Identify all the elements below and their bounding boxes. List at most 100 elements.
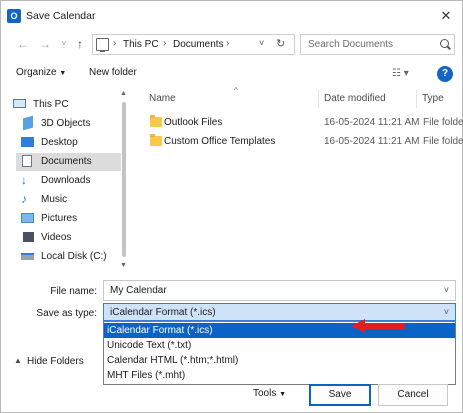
up-arrow-icon[interactable]: ↑ [72,36,88,52]
file-name-field[interactable]: My Calendar ˅ [103,280,456,301]
sidebar-item-label: Local Disk (C:) [41,251,107,262]
toolbar: Organize ▼ New folder ☷ ▾ ? [1,61,462,87]
drive-icon [21,253,34,260]
chevron-down-icon[interactable]: ˅ [259,38,264,48]
view-options-icon[interactable]: ☷ ▾ [392,68,409,79]
breadcrumb-documents[interactable]: Documents [173,39,224,50]
column-header-name[interactable]: Name [149,93,176,104]
chevron-down-icon[interactable]: ˅ [444,307,449,317]
sidebar-item-label: Pictures [41,213,78,224]
address-bar[interactable]: › This PC › Documents › ˅ ↻ [92,34,295,55]
chevron-right-icon[interactable]: › [163,38,166,49]
caret-down-icon: ▼ [59,70,67,77]
sidebar-item-label: Documents [41,156,92,167]
sidebar-item-pictures[interactable]: Pictures [21,210,121,228]
computer-icon [96,38,109,52]
help-icon[interactable]: ? [437,66,453,82]
file-name: Outlook Files [164,117,223,128]
forward-arrow-icon[interactable]: → [37,36,53,52]
column-header-date-modified[interactable]: Date modified [324,93,386,104]
sidebar-item-local-disk[interactable]: Local Disk (C:) [21,248,121,266]
sidebar-item-label: Desktop [41,137,78,148]
option-label: Calendar HTML (*.htm;*.html) [107,355,239,366]
option-calendar-html[interactable]: Calendar HTML (*.htm;*.html) [104,353,455,368]
chevron-right-icon[interactable]: › [226,38,229,49]
sidebar-item-label: 3D Objects [41,118,91,129]
back-arrow-icon[interactable]: ← [15,36,31,52]
option-unicode-text[interactable]: Unicode Text (*.txt) [104,338,455,353]
scroll-up-icon[interactable]: ▲ [120,90,127,97]
option-label: MHT Files (*.mht) [107,370,186,381]
download-icon: ↓ [21,173,27,187]
save-calendar-dialog: O Save Calendar ✕ ← → ˅ ↑ › This PC › Do… [0,0,463,413]
refresh-icon[interactable]: ↻ [276,37,285,50]
video-icon [21,232,34,242]
close-icon[interactable]: ✕ [437,7,455,25]
picture-icon [21,213,34,223]
sidebar-item-label: Downloads [41,175,91,186]
option-label: Unicode Text (*.txt) [107,340,192,351]
scrollbar-thumb[interactable] [122,102,126,257]
file-type: File folder [423,136,463,147]
red-arrow-annotation [351,319,405,333]
computer-icon [13,99,26,108]
navigation-pane-scrollbar[interactable]: ▲ ▼ [119,88,129,273]
recent-locations-icon[interactable]: ˅ [56,36,72,52]
option-label: iCalendar Format (*.ics) [107,325,213,336]
save-as-type-value: iCalendar Format (*.ics) [110,307,216,318]
sidebar-item-documents[interactable]: Documents [16,153,121,171]
file-name-value: My Calendar [110,285,167,296]
option-mht-files[interactable]: MHT Files (*.mht) [104,368,455,383]
search-placeholder: Search Documents [308,39,394,50]
file-date: 16-05-2024 11:21 AM [324,136,420,147]
title-bar: O Save Calendar ✕ [1,1,462,31]
column-divider[interactable] [416,90,417,108]
navigation-bar: ← → ˅ ↑ › This PC › Documents › ˅ ↻ Sear… [1,32,462,58]
column-header-type[interactable]: Type [422,93,444,104]
save-as-type-label: Save as type: [36,308,97,319]
cancel-button[interactable]: Cancel [378,384,448,406]
sidebar-item-label: This PC [33,99,69,110]
file-date: 16-05-2024 11:21 AM [324,117,420,128]
file-name-label: File name: [50,286,97,297]
file-name: Custom Office Templates [164,136,276,147]
tools-label: Tools [253,388,277,399]
folder-icon [150,115,162,127]
file-list: ^ Name Date modified Type Outlook Files … [132,86,463,273]
search-input[interactable]: Search Documents [300,34,455,55]
file-type: File folder [423,117,463,128]
navigation-pane: This PC 3D Objects Desktop Documents ↓ D… [1,88,129,273]
document-icon [22,155,32,167]
sidebar-item-3d-objects[interactable]: 3D Objects [21,115,121,133]
organize-button[interactable]: Organize ▼ [16,67,66,78]
tools-button[interactable]: Tools ▼ [253,388,286,399]
column-divider[interactable] [318,90,319,108]
sidebar-item-music[interactable]: ♪ Music [21,191,121,209]
new-folder-button[interactable]: New folder [89,67,137,78]
save-button[interactable]: Save [309,384,371,406]
sidebar-item-desktop[interactable]: Desktop [21,134,121,152]
chevron-right-icon[interactable]: › [113,38,116,49]
scroll-down-icon[interactable]: ▼ [120,262,127,269]
sidebar-item-videos[interactable]: Videos [21,229,121,247]
sort-caret-icon: ^ [234,86,238,95]
breadcrumb-this-pc[interactable]: This PC [123,39,159,50]
table-row[interactable]: Outlook Files 16-05-2024 11:21 AM File f… [146,114,463,132]
caret-up-icon[interactable]: ▲ [14,356,22,365]
hide-folders-button[interactable]: Hide Folders [27,356,84,367]
chevron-down-icon[interactable]: ˅ [444,285,449,295]
table-row[interactable]: Custom Office Templates 16-05-2024 11:21… [146,133,463,151]
search-icon [440,39,449,48]
sidebar-item-label: Videos [41,232,72,243]
organize-label: Organize [16,67,57,78]
cube-icon [23,115,33,131]
caret-down-icon: ▼ [279,391,287,398]
sidebar-item-downloads[interactable]: ↓ Downloads [21,172,121,190]
music-icon: ♪ [21,192,27,206]
desktop-icon [21,137,34,147]
sidebar-item-this-pc[interactable]: This PC [13,96,113,114]
outlook-icon: O [7,9,21,23]
folder-icon [150,134,162,146]
sidebar-item-label: Music [41,194,68,205]
window-title: Save Calendar [26,10,96,22]
